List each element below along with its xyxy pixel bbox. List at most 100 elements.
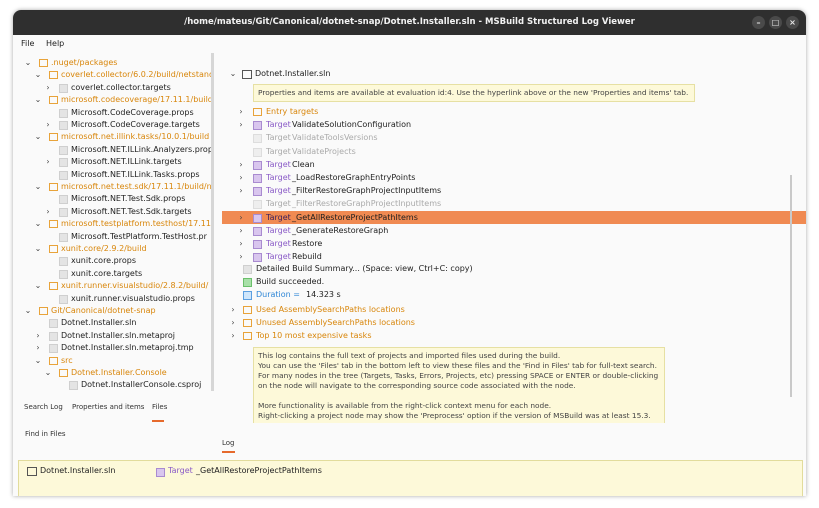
file-icon (69, 381, 78, 391)
tree-item-label: Dotnet.InstallerConsole.csproj (81, 380, 202, 390)
tree-item-label: Microsoft.NET.ILLink.targets (71, 157, 182, 167)
folder-icon (49, 356, 58, 365)
breadcrumb-target[interactable]: _GetAllRestoreProjectPathItems (196, 466, 322, 475)
tree-item-label: Dotnet.Installer.sln (61, 318, 137, 328)
chevron-right-icon[interactable]: › (236, 250, 246, 263)
tree-item-label: Microsoft.NET.Test.Sdk.props (71, 194, 186, 204)
target-label: Restore (292, 239, 323, 248)
right-scrollbar[interactable] (790, 175, 792, 397)
tree-item-label: .nuget/packages (51, 58, 118, 67)
file-icon (59, 83, 68, 93)
chevron-down-icon[interactable]: ⌄ (33, 279, 43, 292)
duration-label: Duration = (256, 290, 300, 299)
tree-item-label: xunit.runner.visualstudio.props (71, 293, 195, 303)
chevron-down-icon[interactable]: ⌄ (33, 68, 43, 81)
chevron-down-icon[interactable]: ⌄ (33, 130, 43, 143)
tab-files[interactable]: Files (152, 403, 167, 411)
summary-icon (243, 265, 252, 274)
folder-icon (59, 369, 68, 377)
tab-properties-and-items[interactable]: Properties and items (72, 403, 144, 411)
maximize-button[interactable]: □ (769, 16, 782, 29)
tab-search-log[interactable]: Search Log (24, 403, 63, 411)
left-scrollbar[interactable] (211, 53, 214, 391)
tree-item-label: xunit.runner.visualstudio/2.8.2/build/ (61, 281, 209, 291)
tree-item-label: Dotnet.Installer.sln.metaproj.tmp (61, 343, 194, 353)
app-window: /home/mateus/Git/Canonical/dotnet-snap/D… (13, 10, 806, 496)
tree-item-label: Microsoft.CodeCoverage.props (71, 107, 194, 117)
breadcrumb-project[interactable]: Dotnet.Installer.sln (40, 466, 115, 475)
target-icon (156, 468, 165, 477)
chevron-right-icon[interactable]: › (236, 171, 246, 184)
target-prefix: Target (266, 133, 291, 143)
tab-find-in-files[interactable]: Find in Files (25, 430, 66, 438)
target-icon (253, 187, 262, 197)
chevron-right-icon[interactable]: › (43, 81, 53, 94)
chevron-right-icon[interactable]: › (236, 118, 246, 131)
chevron-down-icon[interactable]: ⌄ (23, 304, 33, 317)
file-icon (59, 121, 68, 130)
target-icon (253, 134, 262, 144)
minimize-button[interactable]: – (752, 16, 765, 29)
target-label: _GenerateRestoreGraph (292, 225, 389, 235)
file-icon (59, 195, 68, 205)
chevron-right-icon[interactable]: › (43, 205, 53, 218)
folder-icon (39, 59, 48, 67)
chevron-down-icon[interactable]: ⌄ (43, 366, 53, 379)
tree-item-label: Microsoft.TestPlatform.TestHost.pr (71, 231, 207, 241)
active-tab-indicator (152, 420, 164, 422)
folder-icon (49, 96, 58, 105)
chevron-right-icon[interactable]: › (33, 329, 43, 342)
duration-icon (243, 291, 252, 300)
folder-icon (49, 282, 58, 291)
chevron-right-icon[interactable]: › (228, 329, 238, 342)
help-line: Right-clicking a project node may show t… (258, 411, 651, 420)
target-label: Clean (292, 159, 315, 169)
tree-item-label: src (61, 355, 73, 365)
file-icon (59, 108, 68, 118)
chevron-down-icon[interactable]: ⌄ (33, 354, 43, 367)
target-icon (253, 121, 262, 131)
chevron-right-icon[interactable]: › (236, 224, 246, 237)
chevron-down-icon[interactable]: ⌄ (33, 93, 43, 106)
folder-icon (253, 108, 262, 116)
folder-label: Used AssemblySearchPaths locations (256, 305, 405, 314)
chevron-down-icon[interactable]: ⌄ (33, 217, 43, 230)
chevron-right-icon[interactable]: › (236, 158, 246, 171)
help-line: For many nodes in the tree (Targets, Tas… (258, 371, 659, 380)
target-label: ValidateProjects (292, 146, 356, 156)
duration-value: 14.323 s (306, 290, 341, 299)
tree-item-label: coverlet.collector.targets (71, 82, 171, 92)
target-prefix: Target (266, 120, 291, 130)
chevron-right-icon[interactable]: › (43, 118, 53, 131)
target-prefix: Target (266, 199, 291, 209)
window-title: /home/mateus/Git/Canonical/dotnet-snap/D… (184, 17, 635, 27)
chevron-right-icon[interactable]: › (236, 211, 246, 224)
target-icon (253, 147, 262, 157)
chevron-right-icon[interactable]: › (228, 316, 238, 329)
chevron-down-icon[interactable]: ⌄ (33, 180, 43, 193)
chevron-down-icon[interactable]: ⌄ (23, 56, 33, 69)
chevron-down-icon[interactable]: ⌄ (33, 242, 43, 255)
menu-help[interactable]: Help (46, 39, 64, 48)
help-line: You can use the 'Files' tab in the botto… (258, 361, 657, 370)
chevron-right-icon[interactable]: › (228, 303, 238, 316)
summary-label: Detailed Build Summary... (Space: view, … (256, 264, 473, 273)
file-icon (59, 170, 68, 180)
breadcrumb-target-prefix: Target (168, 466, 193, 475)
chevron-right-icon[interactable]: › (236, 237, 246, 250)
breadcrumb: Dotnet.Installer.sln Target _GetAllResto… (18, 460, 803, 496)
file-tree: ⌄ .nuget/packages ⌄ coverlet.collector/6.0.… (13, 53, 214, 403)
chevron-right-icon[interactable]: › (43, 155, 53, 168)
tree-item-label: Microsoft.NET.Test.Sdk.targets (71, 206, 192, 216)
chevron-right-icon[interactable]: › (236, 105, 246, 118)
solution-icon (242, 70, 252, 79)
chevron-right-icon[interactable]: › (33, 341, 43, 354)
chevron-right-icon[interactable]: › (236, 184, 246, 197)
tab-log[interactable]: Log (222, 439, 235, 447)
target-label: _FilterRestoreGraphProjectInputItems (292, 186, 442, 196)
target-prefix: Target (266, 159, 291, 169)
menu-file[interactable]: File (21, 39, 34, 48)
tree-item-label: microsoft.net.illink.tasks/10.0.1/build (61, 132, 210, 142)
tree-item-label: Microsoft.CodeCoverage.targets (71, 120, 200, 129)
close-button[interactable]: × (786, 16, 799, 29)
